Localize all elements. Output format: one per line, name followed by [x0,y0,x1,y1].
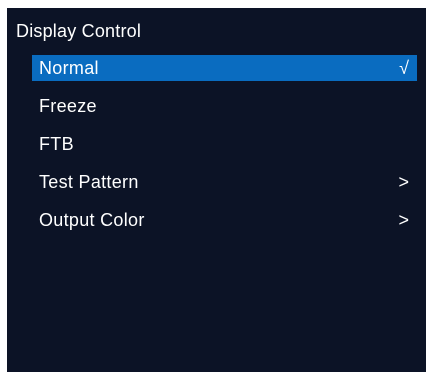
chevron-right-icon: > [398,210,409,230]
menu-item-ftb[interactable]: FTB [32,131,417,157]
menu-item-label: Freeze [39,96,97,116]
chevron-right-icon: > [398,172,409,192]
menu-title: Display Control [16,21,142,41]
menu-item-label: Normal [39,58,99,78]
menu-item-label: FTB [39,134,74,154]
menu-item-label: Test Pattern [39,172,139,192]
menu-item-normal[interactable]: Normal √ [32,55,417,81]
checkmark-icon: √ [399,58,409,78]
menu-list: Normal √ Freeze FTB Test Pattern > Outpu… [32,55,417,245]
menu-item-label: Output Color [39,210,145,230]
menu-item-test-pattern[interactable]: Test Pattern > [32,169,417,195]
display-control-screen: Display Control Normal √ Freeze FTB Test… [7,8,426,372]
menu-item-output-color[interactable]: Output Color > [32,207,417,233]
menu-item-freeze[interactable]: Freeze [32,93,417,119]
